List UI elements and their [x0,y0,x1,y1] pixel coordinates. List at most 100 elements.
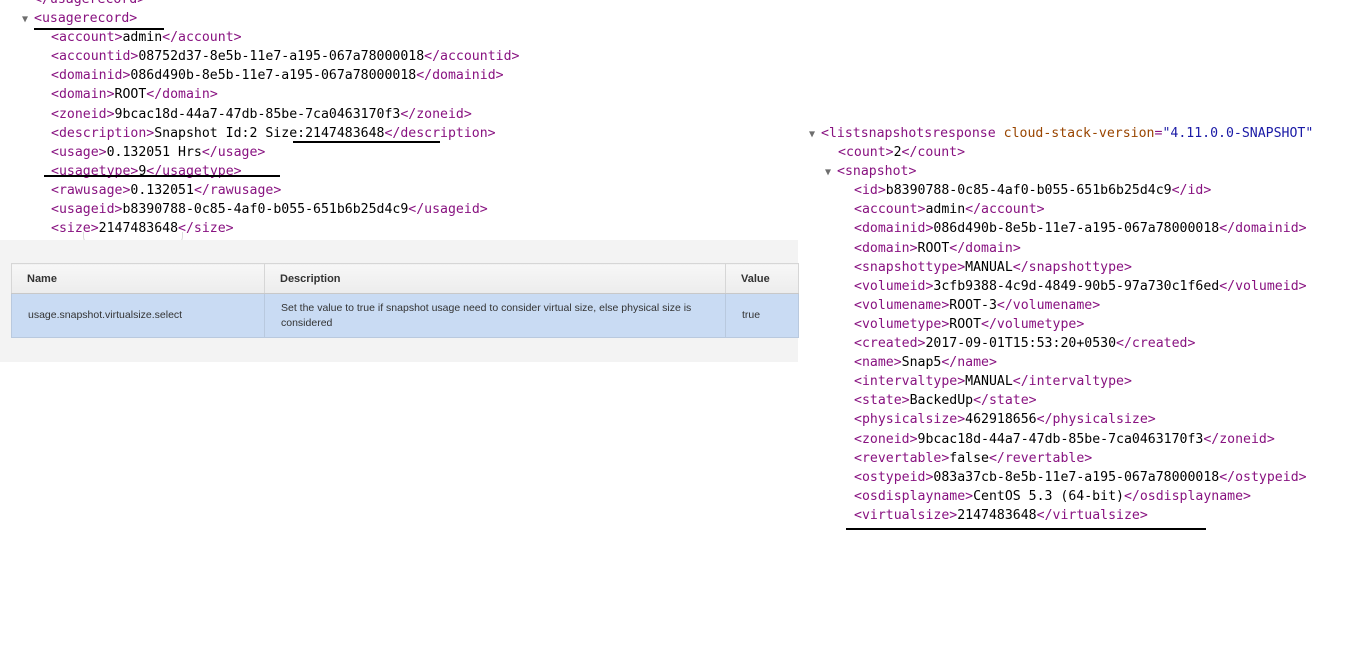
xml-line: <intervaltype>MANUAL</intervaltype> [809,372,1313,391]
xml-open-tag: <domainid> [854,221,934,237]
xml-close-tag: </domainid> [416,68,504,84]
xml-line: <usage>0.132051 Hrs</usage> [22,143,519,162]
xml-open-tag: <domain> [854,240,918,256]
xml-open-tag: <zoneid> [854,431,918,447]
xml-line: <account>admin</account> [809,200,1313,219]
xml-open-tag: <usageid> [51,202,123,218]
xml-close-tag: </physicalsize> [1036,412,1156,428]
setting-value[interactable]: true [725,293,799,338]
xml-close-tag: </state> [973,393,1037,409]
xml-text-value: b8390788-0c85-4af0-b055-651b6b25d4c9 [885,183,1172,199]
xml-close-tag: </created> [1116,336,1196,352]
xml-open-tag: <id> [854,183,886,199]
xml-text-value: 086d490b-8e5b-11e7-a195-067a78000018 [933,221,1220,237]
xml-close-tag: </accountid> [424,49,520,65]
xml-open-tag: <volumename> [854,297,950,313]
xml-line: </usagerecord> [22,0,519,9]
collapse-triangle-icon[interactable]: ▼ [825,163,837,182]
xml-open-tag: <description> [51,125,155,141]
xml-text-value: admin [122,30,163,46]
annotation-underline [846,528,1206,530]
xml-close-tag: </osdisplayname> [1123,488,1251,504]
list-snapshots-xml-tree: ▼ <listsnapshotsresponse cloud-stack-vers… [809,124,1313,525]
column-header-name[interactable]: Name [11,263,265,294]
xml-text-value: 086d490b-8e5b-11e7-a195-067a78000018 [130,68,417,84]
xml-line: <zoneid>9bcac18d-44a7-47db-85be-7ca04631… [809,430,1313,449]
xml-open-tag: <name> [854,355,902,371]
xml-close-tag: </volumetype> [981,316,1085,332]
xml-open-tag: <zoneid> [51,106,115,122]
xml-close-tag: </name> [941,355,997,371]
xml-open-tag: <count> [838,145,894,161]
xml-text-value: Snapshot Id:2 Size:2147483648 [154,125,385,141]
table-row[interactable]: usage.snapshot.virtualsize.select Set th… [11,293,799,338]
xml-text-value: 0.132051 Hrs [106,144,202,160]
xml-root-line: ▼ <listsnapshotsresponse cloud-stack-vers… [809,124,1313,143]
xml-close-tag: </zoneid> [1203,431,1275,447]
xml-line: <name>Snap5</name> [809,353,1313,372]
xml-line: <ostypeid>083a37cb-8e5b-11e7-a195-067a78… [809,468,1313,487]
xml-text-value: Snap5 [901,355,942,371]
xml-close-tag: </domainid> [1219,221,1307,237]
xml-close-tag: </count> [901,145,966,161]
xml-open-tag: <volumetype> [854,316,950,332]
xml-line: <rawusage>0.132051</rawusage> [22,181,519,200]
xml-open-tag: <usage> [51,144,107,160]
global-settings-panel: Name Description Value usage.snapshot.vi… [0,240,799,362]
xml-text-value: 2017-09-01T15:53:20+0530 [925,336,1117,352]
xml-open-tag: <ostypeid> [854,469,934,485]
xml-line: <count>2</count> [809,143,1313,162]
root-tag-open: <listsnapshotsresponse [821,126,996,141]
xml-text-value: 08752d37-8e5b-11e7-a195-067a78000018 [138,49,425,65]
xml-close-tag: </domain> [949,240,1021,256]
xml-text-value: 083a37cb-8e5b-11e7-a195-067a78000018 [933,469,1220,485]
column-header-value[interactable]: Value [725,263,799,294]
collapse-triangle-icon[interactable]: ▼ [22,10,34,29]
xml-open-tag: <physicalsize> [854,412,966,428]
xml-text-value: CentOS 5.3 (64-bit) [973,488,1124,504]
xml-line: <id>b8390788-0c85-4af0-b055-651b6b25d4c9… [809,181,1313,200]
xml-open-tag: <domain> [51,87,115,103]
xml-text-value: ROOT-3 [949,297,997,313]
xml-open-tag: </usagerecord> [34,0,145,7]
xml-line: <description>Snapshot Id:2 Size:21474836… [22,124,519,143]
column-header-description[interactable]: Description [264,263,726,294]
root-attr-value: "4.11.0.0-SNAPSHOT" [1162,126,1314,141]
xml-close-tag: </volumeid> [1219,278,1307,294]
xml-text-value: 9bcac18d-44a7-47db-85be-7ca0463170f3 [114,106,401,122]
annotation-underline [34,28,164,30]
xml-close-tag: </zoneid> [400,106,472,122]
xml-line: <domainid>086d490b-8e5b-11e7-a195-067a78… [22,66,519,85]
xml-line: <snapshottype>MANUAL</snapshottype> [809,258,1313,277]
xml-text-value: 3cfb9388-4c9d-4849-90b5-97a730c1f6ed [933,278,1220,294]
usage-record-xml-tree: </usagerecord>▼<usagerecord><account>adm… [22,0,519,238]
xml-text-value: ROOT [917,240,950,256]
xml-text-value: 2 [893,145,902,161]
xml-line: <usagetype>9</usagetype> [22,162,519,181]
xml-line: <state>BackedUp</state> [809,391,1313,410]
xml-close-tag: </snapshottype> [1012,259,1132,275]
xml-open-tag: <revertable> [854,450,950,466]
settings-table: Name Description Value usage.snapshot.vi… [11,263,799,338]
xml-line: ▼ <snapshot> [809,162,1313,181]
xml-text-value: 462918656 [965,412,1037,428]
xml-open-tag: <rawusage> [51,182,131,198]
xml-line: <physicalsize>462918656</physicalsize> [809,410,1313,429]
xml-line: <revertable>false</revertable> [809,449,1313,468]
xml-line: <accountid>08752d37-8e5b-11e7-a195-067a7… [22,47,519,66]
annotation-underline [44,175,280,177]
table-header-row: Name Description Value [11,263,799,294]
xml-open-tag: <account> [51,30,123,46]
xml-line: <created>2017-09-01T15:53:20+0530</creat… [809,334,1313,353]
collapse-triangle-icon[interactable]: ▼ [809,125,821,144]
xml-open-tag: <volumeid> [854,278,934,294]
xml-text-value: BackedUp [909,393,974,409]
xml-close-tag: </intervaltype> [1012,374,1132,390]
root-attr-name: cloud-stack-version [1003,126,1155,141]
xml-line: <volumetype>ROOT</volumetype> [809,315,1313,334]
xml-close-tag: </account> [965,202,1045,218]
xml-close-tag: </volumename> [996,297,1101,313]
xml-line: <account>admin</account> [22,28,519,47]
xml-line: <domainid>086d490b-8e5b-11e7-a195-067a78… [809,219,1313,238]
xml-open-tag: <accountid> [51,49,139,65]
